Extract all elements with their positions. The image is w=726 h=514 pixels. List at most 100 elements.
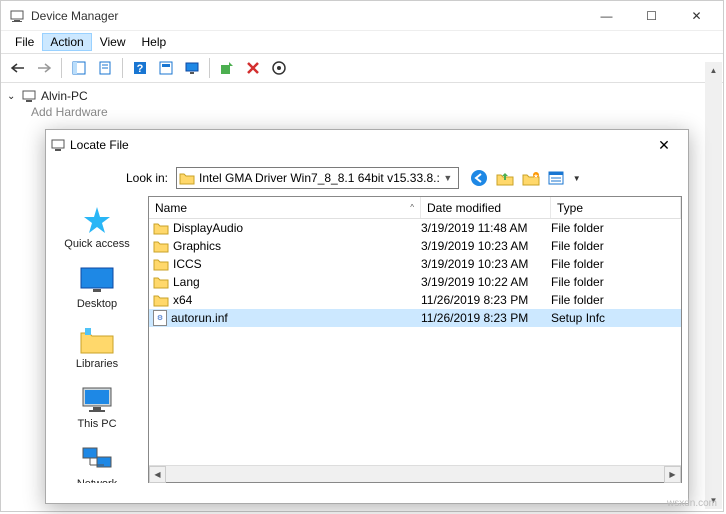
dialog-close-button[interactable]: ✕	[644, 132, 684, 158]
network-icon	[79, 444, 115, 476]
tree-root-row[interactable]: ⌄ Alvin-PC	[7, 87, 717, 105]
column-header-date[interactable]: Date modified	[421, 197, 551, 218]
dialog-bottom-row	[46, 483, 688, 503]
view-menu-icon[interactable]	[547, 168, 567, 188]
computer-icon	[21, 88, 37, 104]
file-name-cell: ICCS	[149, 257, 421, 271]
toolbar-separator	[122, 58, 123, 78]
dialog-title: Locate File	[70, 138, 644, 152]
dialog-icon	[50, 137, 66, 153]
file-date-cell: 3/19/2019 10:22 AM	[421, 275, 551, 289]
window-title: Device Manager	[31, 9, 584, 23]
place-libraries[interactable]: Libraries	[52, 318, 142, 378]
file-row[interactable]: DisplayAudio3/19/2019 11:48 AMFile folde…	[149, 219, 681, 237]
this-pc-icon	[79, 384, 115, 416]
folder-icon	[153, 276, 169, 289]
file-name-cell: DisplayAudio	[149, 221, 421, 235]
lookin-label: Look in:	[46, 171, 176, 185]
place-quick-access[interactable]: Quick access	[52, 198, 142, 258]
toolbar: ?	[1, 53, 723, 83]
dialog-body: Quick access Desktop Libraries This PC N…	[46, 196, 688, 483]
quick-access-icon	[79, 204, 115, 236]
scroll-up-icon[interactable]: ▲	[705, 62, 722, 79]
file-row[interactable]: x64 11/26/2019 8:23 PMFile folder	[149, 291, 681, 309]
file-name: Lang	[173, 275, 200, 289]
file-type-cell: File folder	[551, 239, 681, 253]
svg-text:★: ★	[533, 173, 538, 180]
uninstall-button[interactable]	[241, 56, 265, 80]
place-desktop[interactable]: Desktop	[52, 258, 142, 318]
file-type-cell: File folder	[551, 293, 681, 307]
file-type-cell: Setup Infc	[551, 311, 681, 325]
column-header-type[interactable]: Type	[551, 197, 681, 218]
file-name: ICCS	[173, 257, 202, 271]
desktop-icon	[79, 264, 115, 296]
menu-action[interactable]: Action	[42, 33, 91, 51]
toolbar-separator	[61, 58, 62, 78]
places-bar: Quick access Desktop Libraries This PC N…	[46, 196, 148, 483]
tree-child-label[interactable]: Add Hardware	[31, 105, 717, 119]
file-list-header: Name ^ Date modified Type	[149, 197, 681, 219]
file-row[interactable]: Graphics3/19/2019 10:23 AMFile folder	[149, 237, 681, 255]
scroll-right-icon[interactable]: ▶	[664, 466, 681, 483]
file-name: autorun.inf	[171, 311, 228, 325]
file-name: Graphics	[173, 239, 221, 253]
up-one-level-icon[interactable]	[495, 168, 515, 188]
expand-icon[interactable]: ⌄	[7, 91, 17, 102]
file-name: DisplayAudio	[173, 221, 243, 235]
folder-icon	[153, 294, 169, 307]
svg-text:?: ?	[137, 63, 144, 75]
back-nav-icon[interactable]	[469, 168, 489, 188]
locate-file-dialog: Locate File ✕ Look in: Intel GMA Driver …	[45, 129, 689, 504]
file-list[interactable]: DisplayAudio3/19/2019 11:48 AMFile folde…	[149, 219, 681, 465]
menubar: File Action View Help	[1, 31, 723, 53]
file-date-cell: 11/26/2019 8:23 PM	[421, 293, 551, 307]
update-driver-button[interactable]	[215, 56, 239, 80]
place-label: Quick access	[64, 238, 129, 250]
folder-icon	[153, 258, 169, 271]
tree-root-label: Alvin-PC	[41, 89, 88, 103]
dialog-titlebar: Locate File ✕	[46, 130, 688, 160]
dropdown-icon[interactable]: ▼	[440, 173, 456, 183]
titlebar: Device Manager — ☐ ✕	[1, 1, 723, 31]
scroll-left-icon[interactable]: ◀	[149, 466, 166, 483]
lookin-combo[interactable]: Intel GMA Driver Win7_8_8.1 64bit v15.33…	[176, 167, 459, 189]
minimize-button[interactable]: —	[584, 2, 629, 30]
place-network[interactable]: Network	[52, 438, 142, 483]
file-row[interactable]: Lang3/19/2019 10:22 AMFile folder	[149, 273, 681, 291]
dialog-nav-icons: ★ ▼	[469, 168, 581, 188]
monitor-button[interactable]	[180, 56, 204, 80]
place-label: Desktop	[77, 298, 117, 310]
maximize-button[interactable]: ☐	[629, 2, 674, 30]
properties-button[interactable]	[93, 56, 117, 80]
file-date-cell: 3/19/2019 10:23 AM	[421, 257, 551, 271]
file-row[interactable]: ICCS 3/19/2019 10:23 AMFile folder	[149, 255, 681, 273]
scan-button[interactable]	[154, 56, 178, 80]
lookin-row: Look in: Intel GMA Driver Win7_8_8.1 64b…	[46, 160, 688, 196]
help-button[interactable]: ?	[128, 56, 152, 80]
file-row[interactable]: ⚙autorun.inf11/26/2019 8:23 PMSetup Infc	[149, 309, 681, 327]
menu-help[interactable]: Help	[134, 33, 175, 51]
column-header-name[interactable]: Name ^	[149, 197, 421, 218]
file-name: x64	[173, 293, 192, 307]
menu-view[interactable]: View	[92, 33, 134, 51]
device-tree: ⌄ Alvin-PC Add Hardware	[1, 83, 723, 123]
new-folder-icon[interactable]: ★	[521, 168, 541, 188]
place-this-pc[interactable]: This PC	[52, 378, 142, 438]
scan-hardware-button[interactable]	[267, 56, 291, 80]
show-hide-tree-button[interactable]	[67, 56, 91, 80]
back-button[interactable]	[6, 56, 30, 80]
horizontal-scrollbar[interactable]: ◀ ▶	[149, 465, 681, 482]
menu-file[interactable]: File	[7, 33, 42, 51]
close-button[interactable]: ✕	[674, 2, 719, 30]
main-vertical-scrollbar[interactable]: ▲ ▼	[705, 62, 722, 509]
libraries-icon	[79, 324, 115, 356]
file-name-cell: ⚙ autorun.inf	[149, 310, 421, 326]
forward-button[interactable]	[32, 56, 56, 80]
file-type-cell: File folder	[551, 257, 681, 271]
file-list-area: Name ^ Date modified Type DisplayAudio3/…	[148, 196, 682, 483]
view-dropdown-icon[interactable]: ▼	[573, 174, 581, 183]
inf-file-icon: ⚙	[153, 310, 167, 326]
place-label: Libraries	[76, 358, 118, 370]
lookin-value: Intel GMA Driver Win7_8_8.1 64bit v15.33…	[199, 171, 440, 185]
